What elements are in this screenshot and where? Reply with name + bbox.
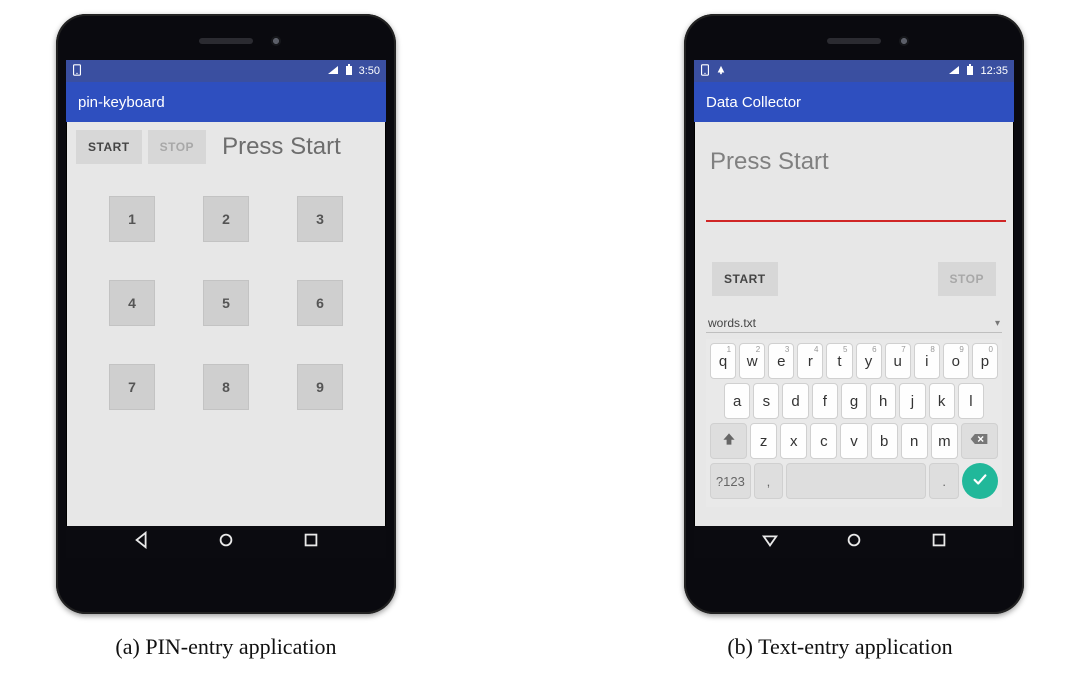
app-title: pin-keyboard [78,94,165,111]
key-m[interactable]: m [931,423,958,459]
key-l[interactable]: l [958,383,984,419]
stop-button: STOP [938,262,996,296]
status-time: 3:50 [359,65,380,77]
key-h[interactable]: h [870,383,896,419]
pin-key-2[interactable]: 2 [203,196,249,242]
key-i[interactable]: i [914,343,940,379]
phone-icon [72,64,82,79]
phone-text-entry: 12:35 Data Collector Press Start START S… [684,14,1024,614]
screen-text-entry: 12:35 Data Collector Press Start START S… [694,60,1014,558]
nav-recent-icon[interactable] [930,531,948,554]
app-title: Data Collector [706,94,801,111]
signal-icon [327,65,339,78]
key-shift[interactable] [710,423,747,459]
key-t[interactable]: t [826,343,852,379]
nav-recent-icon[interactable] [302,531,320,554]
pin-key-3[interactable]: 3 [297,196,343,242]
phone-pin-entry: 3:50 pin-keyboard START STOP Press Start… [56,14,396,614]
pin-key-8[interactable]: 8 [203,364,249,410]
pin-keypad: 1 2 3 4 5 6 7 8 9 [109,196,343,410]
key-x[interactable]: x [780,423,807,459]
nav-back-icon[interactable] [133,531,151,554]
nav-back-icon[interactable] [761,531,779,554]
key-c[interactable]: c [810,423,837,459]
key-switch-numeric[interactable]: ?123 [710,463,751,499]
signal-icon [948,65,960,78]
backspace-icon [969,431,989,451]
pin-key-1[interactable]: 1 [109,196,155,242]
key-j[interactable]: j [899,383,925,419]
wordlist-dropdown[interactable]: words.txt ▾ [706,310,1002,333]
key-period[interactable]: . [929,463,959,499]
key-d[interactable]: d [782,383,808,419]
key-v[interactable]: v [840,423,867,459]
key-z[interactable]: z [750,423,777,459]
key-e[interactable]: e [768,343,794,379]
status-bar: 12:35 [694,60,1014,82]
android-nav-bar [66,526,386,558]
app-bar: pin-keyboard [66,82,386,122]
nav-home-icon[interactable] [845,531,863,554]
start-button[interactable]: START [712,262,778,296]
key-a[interactable]: a [724,383,750,419]
key-k[interactable]: k [929,383,955,419]
caption-a: (a) PIN-entry application [16,634,436,660]
key-q[interactable]: q [710,343,736,379]
key-enter[interactable] [962,463,998,499]
android-nav-bar [694,526,1014,558]
figure-stage: 3:50 pin-keyboard START STOP Press Start… [0,0,1080,688]
battery-icon [966,64,974,79]
pin-key-6[interactable]: 6 [297,280,343,326]
screen-pin-entry: 3:50 pin-keyboard START STOP Press Start… [66,60,386,558]
start-button[interactable]: START [76,130,142,164]
key-s[interactable]: s [753,383,779,419]
earpiece [827,38,881,44]
key-p[interactable]: p [972,343,998,379]
key-n[interactable]: n [901,423,928,459]
check-icon [971,470,989,493]
key-y[interactable]: y [856,343,882,379]
pin-key-5[interactable]: 5 [203,280,249,326]
battery-icon [345,64,353,79]
key-g[interactable]: g [841,383,867,419]
status-time: 12:35 [980,65,1008,77]
dropdown-value: words.txt [708,316,756,330]
key-u[interactable]: u [885,343,911,379]
key-o[interactable]: o [943,343,969,379]
front-camera [271,36,281,46]
stop-button: STOP [148,130,206,164]
shift-icon [720,431,738,451]
chevron-down-icon: ▾ [995,318,1000,329]
hint-text: Press Start [222,133,341,161]
hint-text: Press Start [710,148,998,176]
pin-key-9[interactable]: 9 [297,364,343,410]
earpiece [199,38,253,44]
caption-b: (b) Text-entry application [620,634,1060,660]
phone-icon [700,64,710,79]
key-space[interactable] [786,463,926,499]
key-backspace[interactable] [961,423,998,459]
pin-key-7[interactable]: 7 [109,364,155,410]
key-b[interactable]: b [871,423,898,459]
key-f[interactable]: f [812,383,838,419]
soft-keyboard: q w e r t y u i o p a s d [706,339,1002,507]
key-r[interactable]: r [797,343,823,379]
nav-home-icon[interactable] [217,531,235,554]
key-comma[interactable]: , [754,463,784,499]
notification-icon [716,64,726,79]
key-w[interactable]: w [739,343,765,379]
front-camera [899,36,909,46]
app-bar: Data Collector [694,82,1014,122]
status-bar: 3:50 [66,60,386,82]
pin-key-4[interactable]: 4 [109,280,155,326]
text-input[interactable] [706,194,1006,222]
